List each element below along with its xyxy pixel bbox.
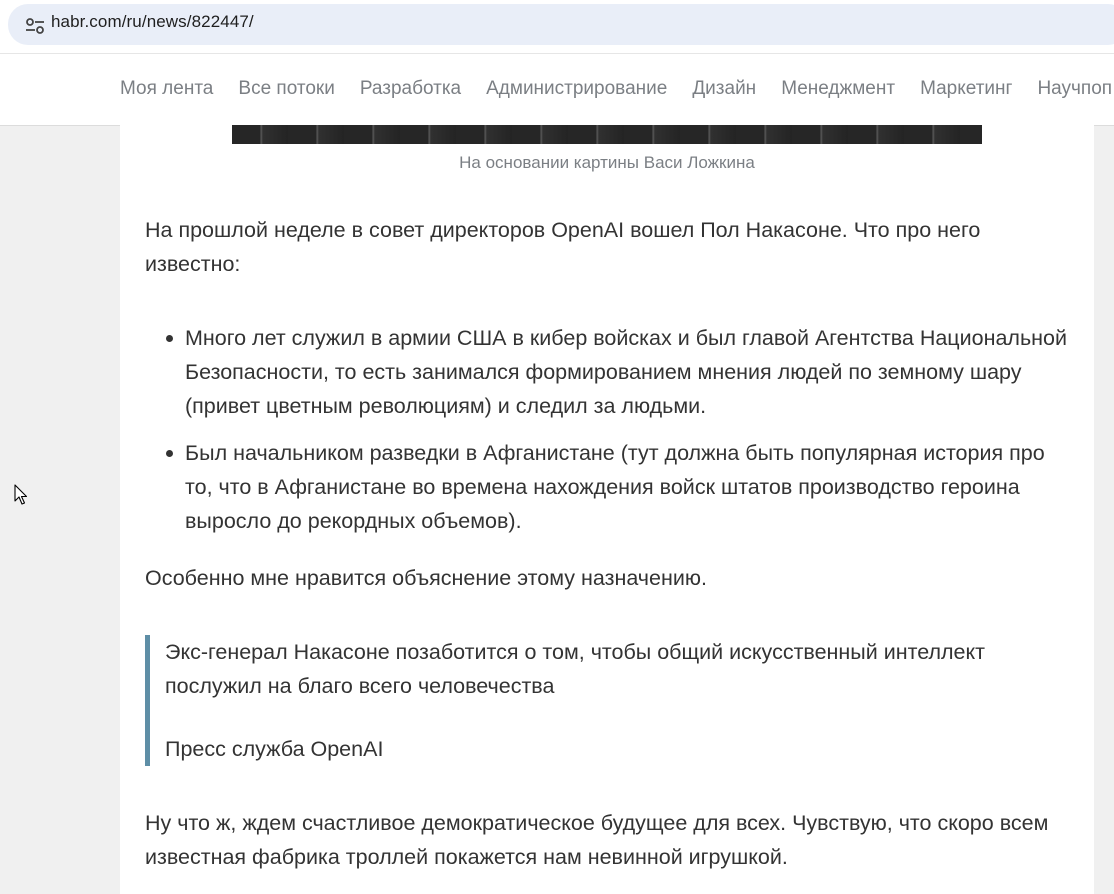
list-item: Много лет служил в армии США в кибер вой… bbox=[145, 321, 1075, 423]
quote-source: Пресс служба OpenAI bbox=[165, 737, 384, 761]
closing-paragraph: Ну что ж, ждем счастливое демократическо… bbox=[145, 811, 1049, 869]
nav-list: Моя лента Все потоки Разработка Админист… bbox=[120, 78, 1112, 100]
nav-item-marketing[interactable]: Маркетинг bbox=[920, 78, 1012, 100]
bullet-dot bbox=[166, 450, 173, 457]
nav-item-development[interactable]: Разработка bbox=[360, 78, 461, 100]
nav-item-popsci[interactable]: Научпоп bbox=[1037, 78, 1112, 100]
article-body: На основании картины Васи Ложкина На про… bbox=[120, 125, 1094, 894]
nav-item-design[interactable]: Дизайн bbox=[692, 78, 756, 100]
intro-paragraph: На прошлой неделе в совет директоров Ope… bbox=[145, 218, 981, 276]
nav-item-management[interactable]: Менеджмент bbox=[781, 78, 895, 100]
nav-item-my-feed[interactable]: Моя лента bbox=[120, 78, 213, 100]
blockquote: Экс-генерал Накасоне позаботится о том, … bbox=[145, 635, 1055, 766]
lead-in-paragraph: Особенно мне нравится объяснение этому н… bbox=[145, 566, 707, 590]
article-image bbox=[232, 125, 982, 144]
bullet-list: Много лет служил в армии США в кибер вой… bbox=[145, 321, 1075, 538]
image-caption: На основании картины Васи Ложкина bbox=[459, 153, 755, 172]
list-item: Был начальником разведки в Афганистане (… bbox=[145, 436, 1075, 538]
url-text[interactable]: habr.com/ru/news/822447/ bbox=[51, 12, 254, 32]
tune-icon[interactable] bbox=[25, 18, 45, 34]
nav-item-administration[interactable]: Администрирование bbox=[486, 78, 667, 100]
browser-address-bar: habr.com/ru/news/822447/ bbox=[0, 0, 1114, 53]
bullet-dot bbox=[166, 335, 173, 342]
list-item-text: Много лет служил в армии США в кибер вой… bbox=[185, 326, 1068, 418]
list-item-text: Был начальником разведки в Афганистане (… bbox=[185, 441, 1045, 533]
quote-text: Экс-генерал Накасоне позаботится о том, … bbox=[165, 640, 986, 698]
nav-item-all-streams[interactable]: Все потоки bbox=[238, 78, 334, 100]
mouse-cursor-icon bbox=[14, 484, 28, 505]
main-nav: Моя лента Все потоки Разработка Админист… bbox=[0, 53, 1114, 126]
